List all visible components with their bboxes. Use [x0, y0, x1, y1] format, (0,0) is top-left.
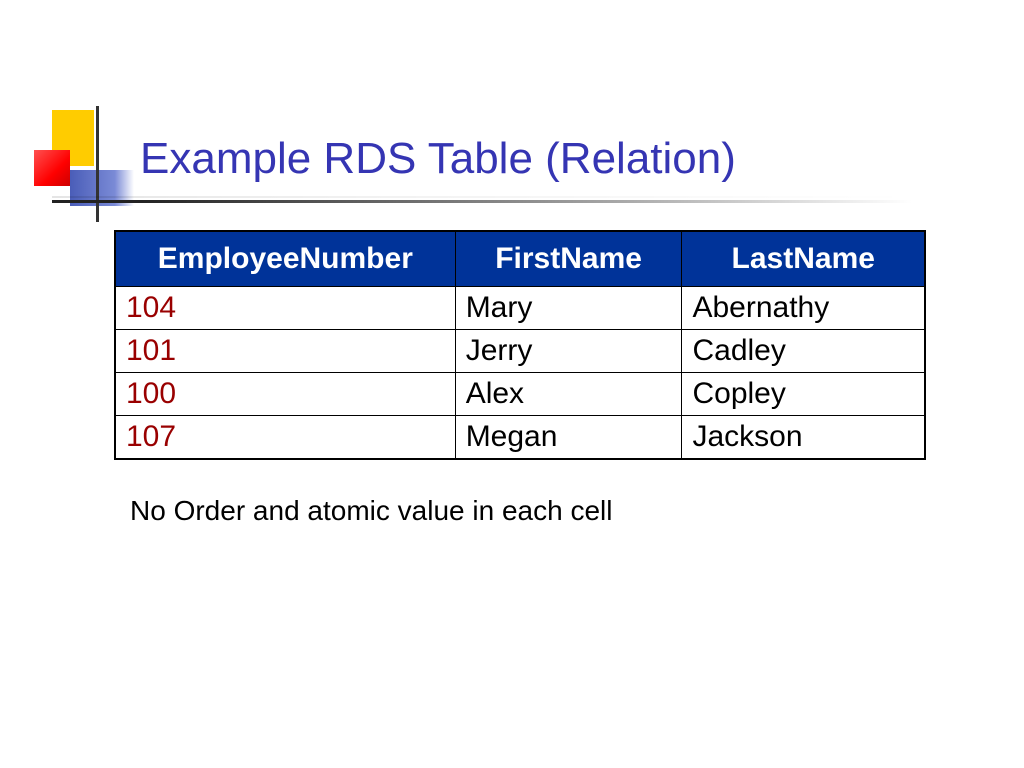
cell-employee-number: 104: [115, 287, 455, 330]
slide-decoration: [34, 110, 114, 220]
rds-table-wrap: EmployeeNumber FirstName LastName 104 Ma…: [114, 230, 926, 460]
cell-last-name: Abernathy: [682, 287, 925, 330]
cell-employee-number: 101: [115, 330, 455, 373]
deco-vertical-line: [96, 106, 99, 222]
table-row: 101 Jerry Cadley: [115, 330, 925, 373]
cell-first-name: Mary: [455, 287, 682, 330]
col-header-last-name: LastName: [682, 231, 925, 287]
col-header-employee-number: EmployeeNumber: [115, 231, 455, 287]
cell-last-name: Cadley: [682, 330, 925, 373]
cell-last-name: Copley: [682, 373, 925, 416]
slide-title: Example RDS Table (Relation): [140, 134, 736, 184]
cell-employee-number: 107: [115, 416, 455, 460]
cell-first-name: Jerry: [455, 330, 682, 373]
table-row: 100 Alex Copley: [115, 373, 925, 416]
cell-first-name: Alex: [455, 373, 682, 416]
deco-red-rect: [34, 150, 70, 186]
deco-horiz-line: [52, 200, 912, 203]
col-header-first-name: FirstName: [455, 231, 682, 287]
table-header-row: EmployeeNumber FirstName LastName: [115, 231, 925, 287]
slide-caption: No Order and atomic value in each cell: [130, 495, 612, 527]
table-row: 104 Mary Abernathy: [115, 287, 925, 330]
deco-horiz-shadow: [52, 196, 912, 198]
cell-first-name: Megan: [455, 416, 682, 460]
cell-employee-number: 100: [115, 373, 455, 416]
table-row: 107 Megan Jackson: [115, 416, 925, 460]
cell-last-name: Jackson: [682, 416, 925, 460]
rds-table: EmployeeNumber FirstName LastName 104 Ma…: [114, 230, 926, 460]
